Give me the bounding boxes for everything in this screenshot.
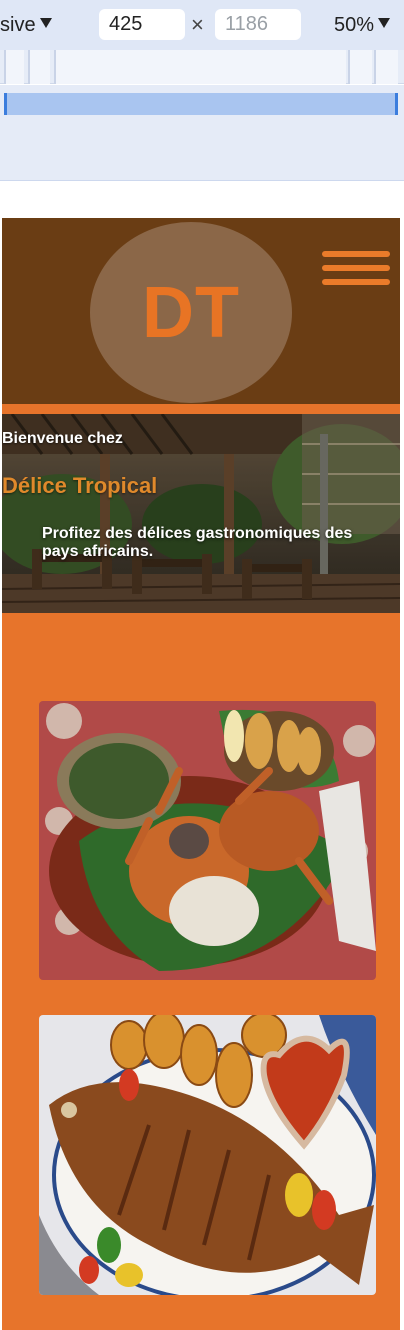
devtools-toolbar: sive 425 × 1186 50% bbox=[0, 0, 404, 50]
media-query-segment[interactable] bbox=[54, 50, 346, 84]
device-mode-label: sive bbox=[0, 14, 36, 36]
logo-text: DT bbox=[142, 272, 240, 353]
site-header: DT bbox=[2, 218, 400, 404]
media-query-segment[interactable] bbox=[28, 50, 50, 84]
chevron-down-icon bbox=[378, 18, 391, 28]
viewport-width-bar[interactable] bbox=[4, 93, 398, 115]
device-mode-select[interactable]: sive bbox=[0, 14, 52, 37]
hero-welcome-text: Bienvenue chez bbox=[2, 430, 123, 447]
hero-title: Délice Tropical bbox=[2, 473, 158, 498]
hero-subtitle: Profitez des délices gastronomiques des … bbox=[42, 525, 353, 560]
width-input[interactable]: 425 bbox=[99, 9, 185, 40]
media-query-segment[interactable] bbox=[374, 50, 398, 84]
zoom-select[interactable]: 50% bbox=[334, 14, 391, 37]
times-symbol: × bbox=[191, 12, 204, 37]
height-input[interactable]: 1186 bbox=[215, 9, 301, 40]
hero-banner: Bienvenue chez Délice Tropical Profitez … bbox=[2, 414, 400, 613]
media-query-segment[interactable] bbox=[348, 50, 372, 84]
site-logo[interactable]: DT bbox=[90, 222, 292, 403]
grilled-fish-image bbox=[39, 1015, 376, 1295]
media-query-bar[interactable] bbox=[0, 50, 404, 84]
seafood-platter-image bbox=[39, 701, 376, 980]
zoom-label: 50% bbox=[334, 14, 375, 36]
page-viewport: DT Bienvenue chez Délice Tropical Profit… bbox=[2, 218, 400, 1330]
hamburger-menu-icon[interactable] bbox=[322, 251, 390, 287]
media-query-segment[interactable] bbox=[4, 50, 24, 84]
device-ruler bbox=[0, 85, 404, 181]
chevron-down-icon bbox=[39, 18, 52, 28]
